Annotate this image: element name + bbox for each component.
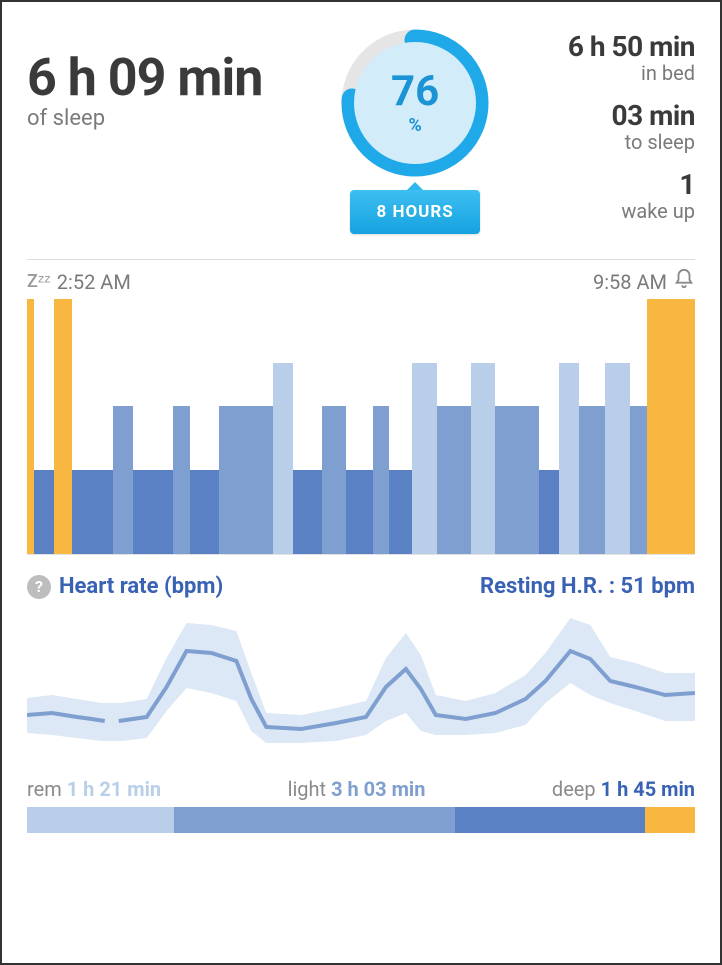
stage-bar-deep [539,470,559,554]
stage-bar-light [322,406,346,554]
sleep-icon: Zᶻᶻ [27,271,51,292]
stage-bar-deep [72,470,112,554]
heart-rate-chart[interactable] [27,603,695,763]
stage-bar-deep [346,470,373,554]
wake-up-value: 1 [568,168,695,201]
stage-bar-light [437,406,470,554]
sleep-total-value: 6 h 09 min [27,52,262,104]
stage-bar-light [630,406,647,554]
stage-bar-awake [647,299,695,554]
wake-up-label: wake up [568,199,695,223]
stage-bar-deep [293,470,322,554]
stage-bar-light [373,406,389,554]
sleep-total-label: of sleep [27,106,262,131]
sleep-total: 6 h 09 min of sleep [27,22,262,131]
gauge-center: 76 % [354,42,476,164]
sleep-score: 76 % 8 HOURS [340,28,490,234]
alarm-icon [673,268,695,295]
stage-bar-rem [605,363,629,554]
stage-bar-rem [471,363,495,554]
light-value: 3 h 03 min [331,777,425,801]
stage-bar-deep [190,470,219,554]
timeline-row: Zᶻᶻ 2:52 AM 9:58 AM [27,268,695,295]
sleep-start-time: 2:52 AM [57,270,131,294]
rem-label: rem [27,777,62,801]
in-bed-value: 6 h 50 min [568,30,695,63]
stage-bar-deep [133,470,173,554]
to-sleep-value: 03 min [568,99,695,132]
percent-symbol: % [408,115,421,136]
heart-rate-title: Heart rate (bpm) [59,574,223,599]
stage-bar-rem [412,363,437,554]
to-sleep-label: to sleep [568,130,695,154]
sleep-goal-button[interactable]: 8 HOURS [350,190,479,234]
stage-bar-deep [34,470,54,554]
help-icon[interactable]: ? [27,575,51,599]
sleep-stages-chart[interactable] [27,299,695,554]
sleep-score-value: 76 [391,71,439,113]
sleep-end-time: 9:58 AM [593,270,667,294]
stage-bar-awake [27,299,34,554]
sleep-score-gauge: 76 % [340,28,490,178]
stage-bar-deep [389,470,412,554]
stage-bar-light [173,406,190,554]
stage-bar-light [579,406,606,554]
deep-value: 1 h 45 min [601,777,695,801]
stage-bar-light [113,406,133,554]
rem-value: 1 h 21 min [67,777,161,801]
light-label: light [288,777,327,801]
stage-bar-light [219,406,272,554]
resting-hr-value: Resting H.R. : 51 bpm [480,574,695,599]
stage-bar-rem [559,363,579,554]
stage-bar-rem [273,363,293,554]
phase-distribution-bar[interactable] [27,807,695,833]
phase-summary: rem 1 h 21 min light 3 h 03 min deep 1 h… [27,777,695,833]
secondary-stats: 6 h 50 min in bed 03 min to sleep 1 wake… [568,22,695,237]
divider [27,259,695,260]
stage-bar-awake [54,299,73,554]
in-bed-label: in bed [568,61,695,85]
deep-label: deep [552,777,596,801]
stage-bar-light [495,406,539,554]
